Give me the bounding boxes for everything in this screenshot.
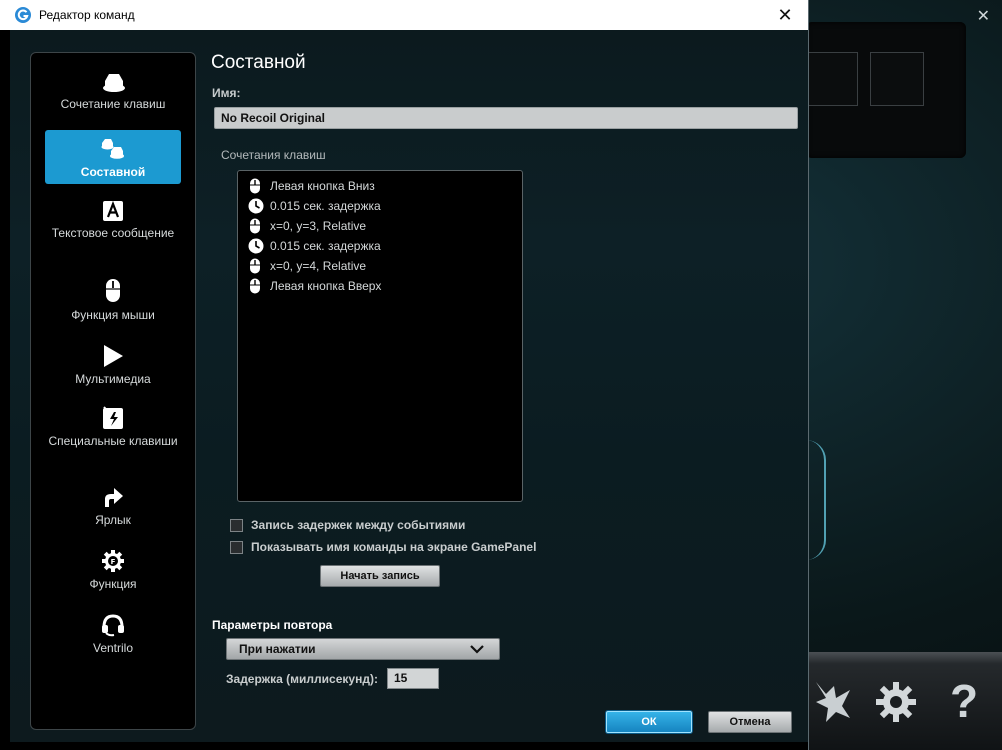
multikey-icon (101, 139, 124, 159)
text-a-icon (103, 200, 123, 221)
clock-icon (248, 238, 264, 254)
title-bar: Редактор команд ✕ (0, 0, 808, 30)
background-close-icon[interactable]: ✕ (977, 6, 990, 26)
delay-label: Задержка (миллисекунд): (226, 672, 378, 686)
keys-icon (103, 74, 125, 92)
sidebar-item-ventrilo[interactable]: Ventrilo (45, 613, 181, 659)
headset-icon (102, 614, 124, 637)
command-type-sidebar: Сочетание клавиш Составной Текстовое соо… (30, 52, 196, 730)
logitech-logo-icon (15, 7, 31, 23)
background-tile (870, 52, 924, 106)
mouse-icon (250, 278, 260, 294)
name-label: Имя: (212, 86, 241, 100)
mouse-icon (106, 279, 120, 302)
sequence-list[interactable]: Левая кнопка Вниз 0.015 сек. задержка x=… (237, 170, 523, 502)
function-gear-icon: F (102, 550, 124, 572)
help-icon[interactable]: ? (950, 674, 978, 728)
sidebar-item-keystroke[interactable]: Сочетание клавиш (45, 71, 181, 117)
sequence-label: Сочетания клавиш (221, 148, 326, 162)
delay-input[interactable]: 15 (387, 668, 439, 689)
name-input[interactable]: No Recoil Original (214, 107, 798, 129)
background-panel (804, 22, 966, 158)
sidebar-item-special-keys[interactable]: Специальные клавиши (45, 406, 181, 468)
dialog-content: Сочетание клавиш Составной Текстовое соо… (10, 30, 808, 742)
play-icon (104, 345, 123, 367)
gear-icon[interactable] (874, 680, 918, 724)
repeat-mode-select[interactable]: При нажатии (226, 638, 500, 660)
command-editor-dialog: Редактор команд ✕ Сочетание клавиш Соста… (0, 0, 808, 750)
mouse-icon (250, 218, 260, 234)
sidebar-item-mouse[interactable]: Функция мыши (45, 278, 181, 324)
sidebar-item-text[interactable]: Текстовое сообщение (45, 200, 181, 262)
checkbox-box[interactable] (230, 541, 243, 554)
sidebar-item-multikey[interactable]: Составной (45, 130, 181, 184)
svg-text:F: F (111, 558, 116, 566)
cancel-button[interactable]: Отмена (708, 711, 792, 733)
background-mouse-outline (806, 440, 826, 560)
start-recording-button[interactable]: Начать запись (320, 565, 440, 587)
ok-button[interactable]: ОК (606, 711, 692, 733)
mouse-icon (250, 258, 260, 274)
shortcut-arrow-icon (105, 488, 123, 507)
background-tile (804, 52, 858, 106)
sidebar-item-function[interactable]: F Функция (45, 549, 181, 595)
window-title: Редактор команд (39, 8, 135, 22)
close-button[interactable]: ✕ (762, 0, 808, 30)
repeat-options-label: Параметры повтора (212, 618, 333, 632)
page-title: Составной (211, 52, 306, 73)
special-key-icon (103, 406, 123, 429)
sidebar-item-multimedia[interactable]: Мультимедиа (45, 344, 181, 390)
chevron-down-icon (470, 645, 484, 654)
sidebar-item-shortcut[interactable]: Ярлык (45, 485, 181, 531)
checkbox-box[interactable] (230, 519, 243, 532)
wolf-icon[interactable] (812, 678, 854, 724)
mouse-icon (250, 178, 260, 194)
clock-icon (248, 198, 264, 214)
